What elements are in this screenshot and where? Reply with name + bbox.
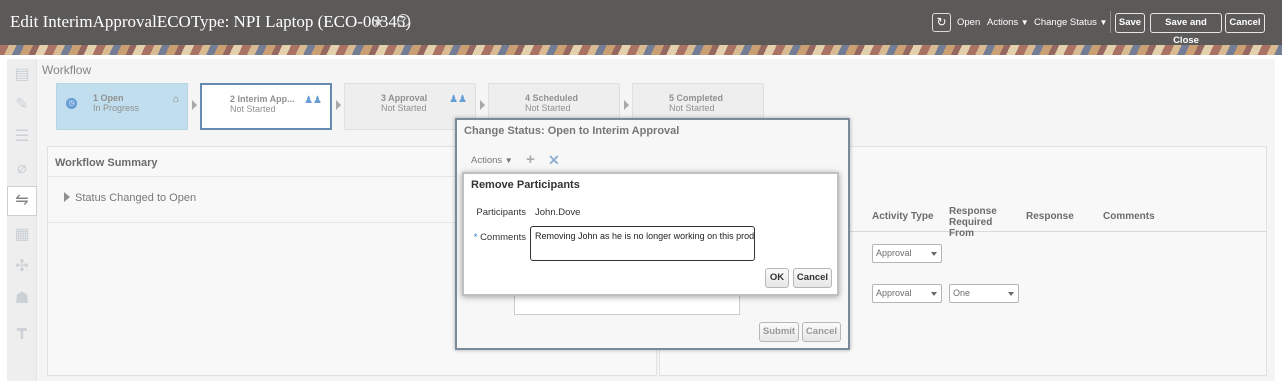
participants-value: John.Dove <box>535 207 581 218</box>
dialog-cancel-button[interactable]: Cancel <box>793 268 832 288</box>
ok-button[interactable]: OK <box>765 268 789 288</box>
comments-input[interactable]: Removing John as he is no longer working… <box>530 226 755 261</box>
dialog-actions-label: Actions <box>471 155 503 166</box>
comments-textarea[interactable] <box>514 295 740 315</box>
remove-icon[interactable]: ✕ <box>548 152 560 169</box>
remove-participants-dialog: Remove Participants Participants John.Do… <box>462 172 839 296</box>
comments-label-wrap: * Comments <box>470 232 526 243</box>
add-icon[interactable]: + <box>526 151 535 168</box>
dialog-cancel-button[interactable]: Cancel <box>802 322 841 342</box>
caret-down-icon: ▼ <box>504 156 513 165</box>
dialog-actions-menu[interactable]: Actions ▼ <box>471 155 513 166</box>
submit-button[interactable]: Submit <box>759 322 799 342</box>
comments-label: Comments <box>480 232 526 243</box>
dialog-title: Change Status: Open to Interim Approval <box>464 125 680 137</box>
dialog-title: Remove Participants <box>471 179 580 191</box>
participants-label: Participants <box>476 207 526 218</box>
